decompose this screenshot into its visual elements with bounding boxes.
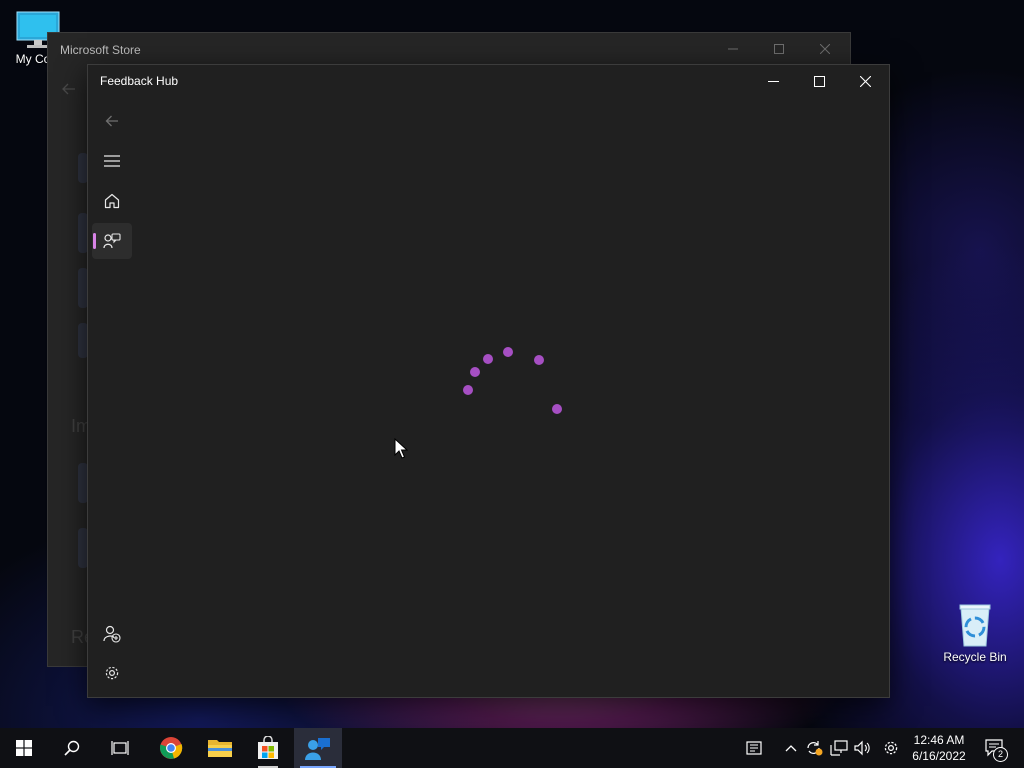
spinner-dot <box>470 367 480 377</box>
taskbar: 12:46 AM 6/16/2022 2 <box>0 728 1024 768</box>
window-title: Microsoft Store <box>60 43 141 57</box>
sync-icon <box>807 741 823 756</box>
feedback-hub-window[interactable]: Feedback Hub <box>87 64 890 698</box>
home-nav-button[interactable] <box>92 183 132 219</box>
network-button[interactable] <box>828 728 850 768</box>
desktop-icon-label: Recycle Bin <box>943 650 1007 664</box>
back-button[interactable] <box>92 103 132 139</box>
maximize-icon <box>774 44 784 54</box>
feedback-nav-button[interactable] <box>92 223 132 259</box>
sync-status-button[interactable] <box>804 728 824 768</box>
task-view-icon <box>111 741 129 755</box>
gear-icon <box>105 666 119 680</box>
task-view-button[interactable] <box>96 728 144 768</box>
spinner-dot <box>483 354 493 364</box>
spinner-dot <box>503 347 513 357</box>
microsoft-store-button[interactable] <box>244 728 292 768</box>
volume-button[interactable] <box>852 728 874 768</box>
start-button[interactable] <box>0 728 48 768</box>
spinner-dot <box>534 355 544 365</box>
clock-date: 6/16/2022 <box>912 749 966 763</box>
feedback-hub-taskbar-button[interactable] <box>294 728 342 768</box>
notification-count-badge: 2 <box>993 747 1008 762</box>
folder-icon <box>208 740 232 757</box>
chrome-button[interactable] <box>147 728 195 768</box>
close-icon <box>820 44 830 54</box>
back-arrow-icon[interactable] <box>62 83 76 95</box>
notification-center-button[interactable]: 2 <box>980 728 1010 768</box>
maximize-icon <box>813 75 825 87</box>
feedback-hub-icon <box>305 738 330 760</box>
add-account-button[interactable] <box>92 616 132 652</box>
feedback-icon <box>103 233 121 249</box>
search-icon <box>64 740 80 756</box>
file-explorer-button[interactable] <box>196 728 244 768</box>
desktop-icon-recycle-bin[interactable]: Recycle Bin <box>937 602 1013 664</box>
home-icon <box>104 193 120 209</box>
spinner-dot <box>552 404 562 414</box>
windows-logo-icon <box>16 740 32 756</box>
minimize-button[interactable] <box>750 65 796 97</box>
mouse-cursor-icon <box>394 438 408 459</box>
settings-tray-button[interactable] <box>880 728 902 768</box>
close-button[interactable] <box>842 65 888 97</box>
add-user-icon <box>103 625 121 643</box>
minimize-icon <box>728 48 738 50</box>
hamburger-menu-button[interactable] <box>92 143 132 179</box>
back-arrow-icon <box>105 115 118 127</box>
window-title: Feedback Hub <box>100 74 179 88</box>
clock-time: 12:46 AM <box>913 733 965 747</box>
minimize-icon <box>767 80 779 82</box>
clock[interactable]: 12:46 AM 6/16/2022 <box>906 732 972 764</box>
chevron-up-icon <box>785 745 797 752</box>
close-button[interactable] <box>802 33 848 65</box>
store-bag-icon <box>258 736 278 759</box>
active-indicator <box>93 233 96 249</box>
show-hidden-icons-button[interactable] <box>782 728 800 768</box>
news-widget-button[interactable] <box>742 728 766 768</box>
search-button[interactable] <box>48 728 96 768</box>
desktop: My Com Recycle Bin Microsoft Store Im Re <box>0 0 1024 728</box>
recycle-bin-icon <box>959 604 991 647</box>
maximize-button[interactable] <box>796 65 842 97</box>
settings-button[interactable] <box>92 655 132 691</box>
news-icon <box>746 741 762 755</box>
gear-icon <box>884 741 898 755</box>
chrome-icon <box>160 737 183 759</box>
speaker-icon <box>854 740 870 756</box>
spinner-dot <box>463 385 473 395</box>
minimize-button[interactable] <box>710 33 756 65</box>
network-icon <box>830 740 848 756</box>
hamburger-menu-icon <box>104 155 120 167</box>
maximize-button[interactable] <box>756 33 802 65</box>
close-icon <box>859 75 871 87</box>
